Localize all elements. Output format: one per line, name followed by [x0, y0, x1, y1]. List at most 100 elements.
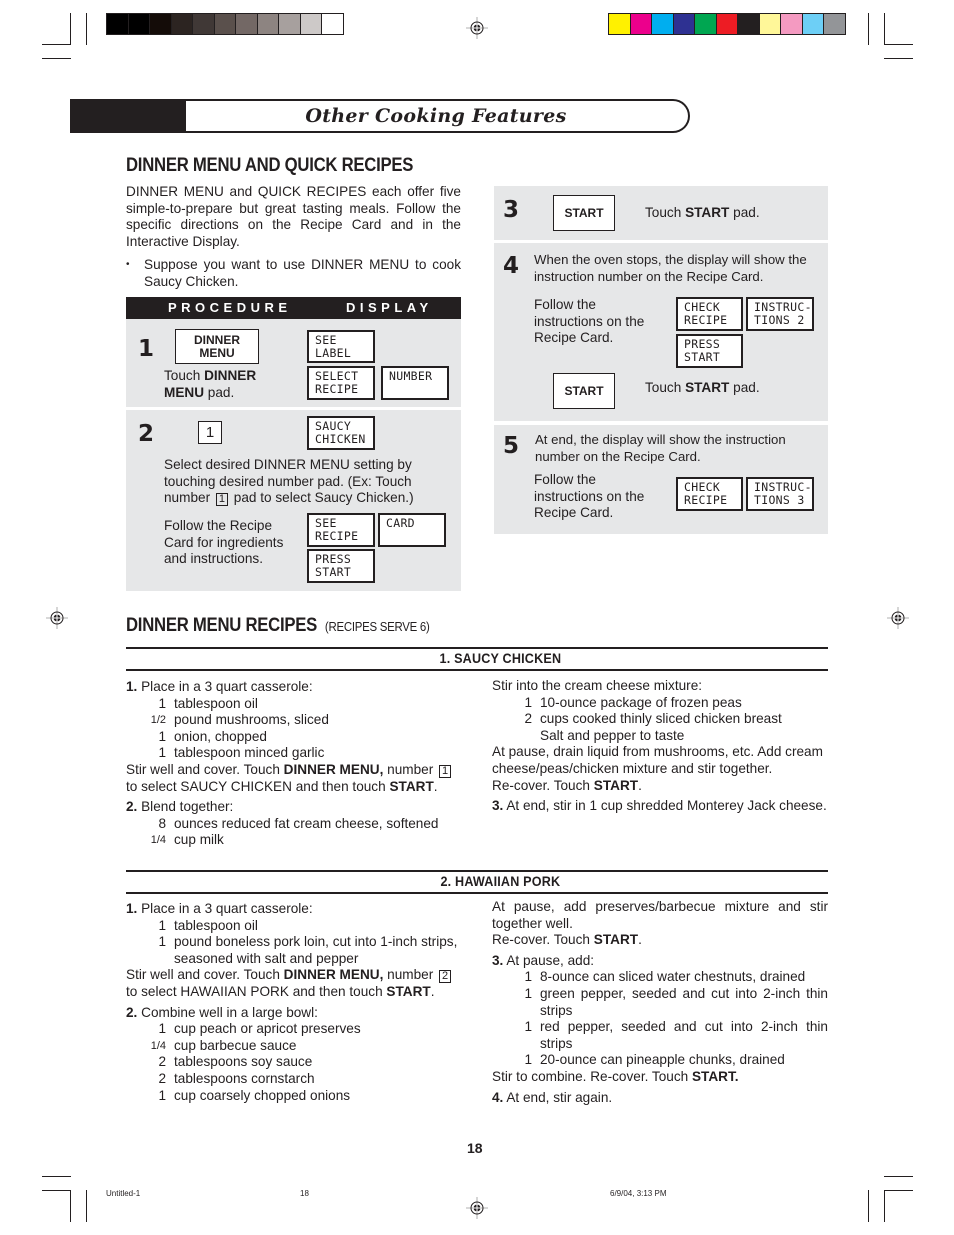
color-swatch [609, 14, 630, 34]
step-number: 2 [138, 421, 155, 447]
bullet-text: Suppose you want to use DINNER MENU to c… [144, 257, 461, 289]
step-note: Stir well and cover. Touch DINNER MENU, … [126, 967, 471, 1000]
ingredient-quantity: 1/2 [150, 714, 166, 727]
ingredient-text: 10-ounce package of frozen peas [540, 694, 742, 710]
step-line: 1. Place in a 3 quart casserole: [126, 679, 313, 694]
ingredient-quantity: 1 [158, 695, 166, 711]
ingredient-item: 1 tablespoon oil [126, 696, 471, 713]
lcd-display: CHECK RECIPE [676, 297, 743, 331]
lcd-display: NUMBER [381, 366, 449, 400]
color-swatch [236, 14, 257, 34]
ingredient-text: tablespoon oil [174, 695, 258, 711]
lcd-display: PRESS START [307, 549, 375, 583]
start-pad: START [553, 373, 615, 409]
ingredient-list: 1 tablespoon oil 1 pound boneless pork loin… [126, 918, 471, 968]
recipe-title: 2. HAWAIIAN PORK [440, 873, 561, 889]
ingredient-quantity: 1/4 [150, 834, 166, 847]
ingredient-item: 1 20-ounce can pineapple chunks, drained [492, 1052, 828, 1069]
color-swatch [150, 14, 171, 34]
number-pad-1: 1 [198, 421, 222, 444]
crop-mark [868, 13, 869, 45]
color-swatch [279, 14, 300, 34]
step-line: 1. Place in a 3 quart casserole: [126, 901, 313, 916]
ingredient-item: 1 cup peach or apricot preserves [126, 1021, 471, 1038]
ingredient-item: 1 10-ounce package of frozen peas [492, 695, 828, 712]
procedure-display-header: PROCEDURE DISPLAY [126, 297, 461, 319]
crop-mark [42, 1190, 71, 1191]
lcd-display: INSTRUC- TIONS 3 [746, 477, 814, 511]
crop-mark [884, 58, 913, 59]
rule [126, 892, 828, 894]
header-banner: Other Cooking Features [184, 99, 690, 133]
ingredient-text: tablespoon oil [174, 917, 258, 933]
ingredient-quantity: 1 [524, 694, 532, 710]
color-swatch-bar [608, 13, 846, 35]
procedure-col-label: PROCEDURE [168, 300, 292, 315]
crop-mark [884, 1176, 913, 1177]
ingredient-item: 2 cups cooked thinly sliced chicken breas… [492, 711, 828, 728]
color-swatch [193, 14, 214, 34]
step-4-instruction: Touch START pad. [645, 380, 760, 395]
ingredient-text: cups cooked thinly sliced chicken breast [540, 711, 782, 727]
crop-mark [868, 1190, 869, 1222]
color-swatch [695, 14, 716, 34]
step-number: 4 [503, 253, 520, 279]
bullet-icon: • [126, 259, 130, 270]
ingredient-text: pound boneless pork loin, cut into 1-inc… [174, 934, 458, 966]
registration-mark-icon [466, 17, 488, 39]
step-note: Stir well and cover. Touch DINNER MENU, … [126, 762, 471, 795]
step-line: 2. Combine well in a large bowl: [126, 1004, 318, 1020]
ingredient-quantity: 1 [158, 745, 166, 761]
intro-bullet: • Suppose you want to use DINNER MENU to… [126, 257, 461, 290]
ingredient-quantity: 1/4 [150, 1039, 166, 1052]
lcd-display: SELECT RECIPE [307, 366, 375, 400]
hawaiian-right-column: At pause, add preserves/barbecue mixture… [492, 899, 828, 1106]
number-key: 1 [439, 764, 452, 778]
lcd-display: CHECK RECIPE [676, 477, 743, 511]
step-line: 3. At pause, add: [492, 952, 595, 968]
ingredient-item: 1/4 cup barbecue sauce [126, 1038, 471, 1055]
ingredient-item: 1/4 cup milk [126, 832, 471, 849]
registration-mark-icon [46, 607, 68, 629]
color-swatch [630, 14, 651, 34]
color-swatch [673, 14, 694, 34]
color-swatch [738, 14, 759, 34]
recipes-serves: (RECIPES SERVE 6) [324, 619, 430, 634]
ingredient-quantity: 1 [524, 1019, 532, 1035]
step-note: Stir into the cream cheese mixture: [492, 678, 703, 693]
ingredient-text: 8-ounce can sliced water chestnuts, drai… [540, 969, 806, 985]
ingredient-quantity: 2 [158, 1070, 166, 1086]
step-5-follow: Follow the instructions on the Recipe Ca… [534, 472, 645, 521]
ingredient-quantity: 1 [524, 1052, 532, 1068]
ingredient-item: 2 tablespoons soy sauce [126, 1054, 471, 1071]
color-swatch [824, 14, 845, 34]
ingredient-item: 1 onion, chopped [126, 729, 471, 746]
ingredient-quantity: 1 [158, 1021, 166, 1037]
slug-timestamp: 6/9/04, 3:13 PM [610, 1189, 667, 1198]
step-note: Re-cover. Touch START. [492, 932, 642, 948]
lcd-display: INSTRUC- TIONS 2 [746, 297, 814, 331]
recipes-heading: DINNER MENU RECIPES (RECIPES SERVE 6) [126, 615, 430, 636]
rule [126, 669, 828, 671]
ingredient-quantity: 1 [524, 985, 532, 1001]
step-4-text: When the oven stops, the display will sh… [534, 252, 807, 284]
step-3-instruction: Touch START pad. [645, 205, 760, 220]
lcd-display: CARD [378, 513, 446, 547]
lcd-display: PRESS START [676, 334, 743, 368]
crop-mark [42, 58, 71, 59]
display-col-label: DISPLAY [346, 300, 433, 315]
lcd-display: SEE RECIPE [307, 513, 375, 547]
dinner-menu-pad: DINNER MENU [175, 329, 259, 364]
ingredient-quantity: 1 [158, 934, 166, 950]
ingredient-quantity: 1 [524, 969, 532, 985]
crop-mark [42, 44, 71, 45]
color-swatch [107, 14, 128, 34]
color-swatch [257, 14, 278, 34]
registration-mark-icon [466, 1197, 488, 1219]
ingredient-text: tablespoon minced garlic [174, 745, 325, 761]
registration-mark-icon [887, 607, 909, 629]
ingredient-text: cup barbecue sauce [174, 1037, 297, 1053]
ingredient-text: pound mushrooms, sliced [174, 712, 329, 728]
page-title: Other Cooking Features [305, 105, 567, 127]
crop-mark [70, 13, 71, 45]
